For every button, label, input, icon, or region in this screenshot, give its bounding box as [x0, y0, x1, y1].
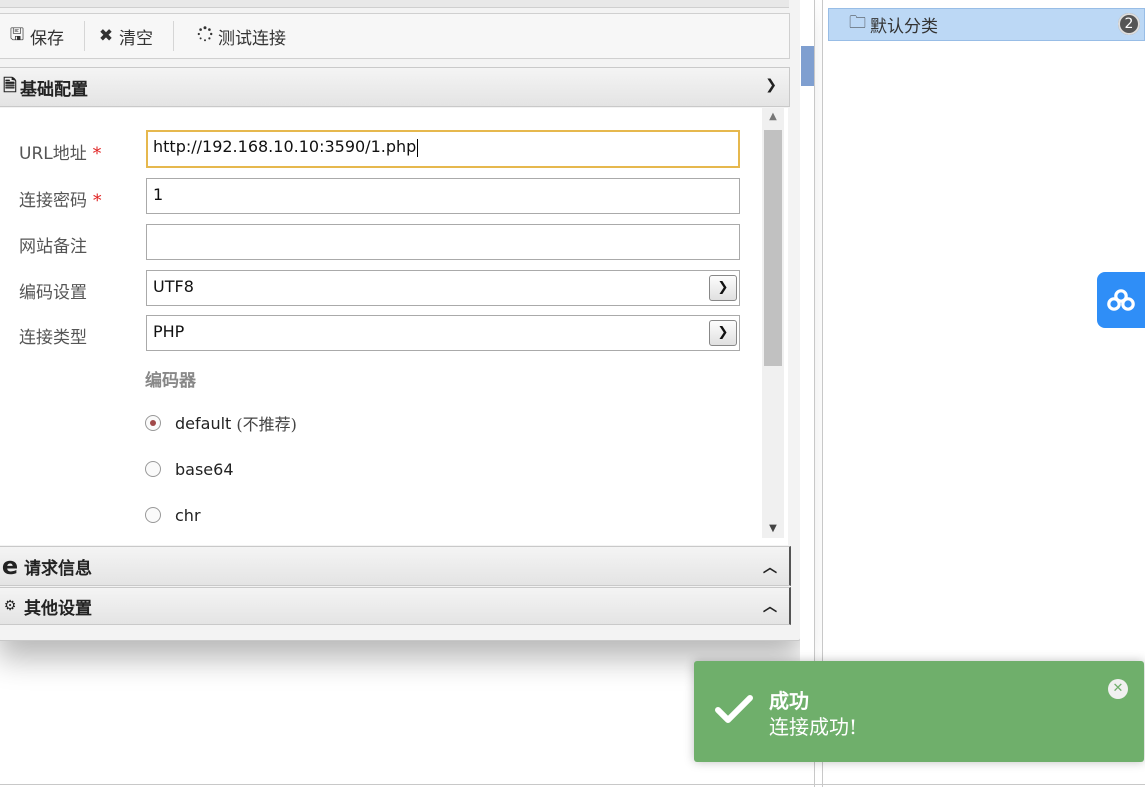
encoder-option-default[interactable]: default (不推荐) — [145, 410, 297, 436]
chevron-down-icon[interactable]: ❯ — [709, 320, 737, 346]
close-icon[interactable]: ✕ — [1108, 679, 1128, 699]
encoder-option-chr[interactable]: chr — [145, 502, 201, 528]
section-title: 其他设置 — [24, 598, 92, 619]
encoder-title: 编码器 — [145, 371, 196, 391]
encoder-option-label: base64 — [175, 459, 234, 479]
chevron-down-icon[interactable]: ❯ — [709, 275, 737, 301]
list-scrollbar-thumb[interactable] — [801, 46, 814, 86]
encoding-value: UTF8 — [153, 277, 194, 296]
radio-checked[interactable] — [145, 415, 161, 431]
cloud-link-icon — [1107, 289, 1135, 311]
scroll-down-arrow-icon[interactable]: ▼ — [762, 520, 784, 538]
section-request-info-header[interactable]: e 请求信息 ︿ — [0, 546, 791, 586]
test-connection-label: 测试连接 — [218, 28, 286, 49]
password-label: 连接密码 * — [19, 191, 102, 211]
dialog-titlebar[interactable] — [0, 0, 789, 8]
type-row: 连接类型 PHP ❯ — [19, 315, 749, 351]
add-shell-dialog: 🖫 保存 ✖ 清空 测试连接 🗎 基础配置 ❯ URL地址 * http://1… — [0, 0, 801, 641]
bottom-border — [0, 784, 1145, 785]
encoder-option-label: default — [175, 413, 232, 433]
note-label: 网站备注 — [19, 237, 87, 257]
password-value: 1 — [153, 185, 164, 204]
dialog-toolbar: 🖫 保存 ✖ 清空 测试连接 — [0, 13, 790, 59]
required-mark: * — [92, 144, 102, 164]
scrollbar-thumb[interactable] — [764, 130, 782, 366]
type-label: 连接类型 — [19, 328, 87, 348]
toast-title: 成功 — [769, 689, 809, 713]
encoder-option-note: (不推荐) — [236, 415, 297, 434]
url-input[interactable]: http://192.168.10.10:3590/1.php — [146, 130, 740, 168]
url-row: URL地址 * http://192.168.10.10:3590/1.php — [19, 130, 749, 168]
section-basic-config-header[interactable]: 🗎 基础配置 ❯ — [0, 67, 790, 107]
clear-button-label: 清空 — [119, 28, 153, 49]
toast-message: 连接成功! — [769, 715, 858, 739]
scroll-up-arrow-icon[interactable]: ▲ — [762, 108, 784, 126]
save-icon: 🖫 — [9, 24, 25, 45]
cogs-icon: ⚙ — [3, 598, 17, 614]
encoding-label: 编码设置 — [19, 283, 87, 303]
toolbar-divider — [173, 21, 174, 51]
baidu-netdisk-icon[interactable] — [1097, 272, 1145, 328]
test-connection-button[interactable]: 测试连接 — [178, 21, 302, 51]
encoding-row: 编码设置 UTF8 ❯ — [19, 270, 749, 306]
chevron-up-icon: ︿ — [763, 560, 777, 576]
encoder-option-label: chr — [175, 505, 201, 525]
chevron-up-icon: ︿ — [763, 599, 777, 615]
close-icon: ✖ — [98, 26, 114, 46]
radio-unchecked[interactable] — [145, 461, 161, 477]
section-other-settings-header[interactable]: ⚙ 其他设置 ︿ — [0, 587, 791, 625]
ie-icon: e — [1, 552, 19, 580]
url-value: http://192.168.10.10:3590/1.php — [153, 137, 417, 156]
password-input[interactable]: 1 — [146, 178, 740, 214]
toolbar-divider — [84, 21, 85, 51]
count-badge: 2 — [1118, 13, 1140, 35]
form-scrollbar[interactable]: ▲ ▼ — [762, 108, 784, 538]
section-title: 请求信息 — [24, 558, 92, 579]
url-label: URL地址 * — [19, 144, 102, 164]
note-row: 网站备注 — [19, 224, 749, 260]
type-value: PHP — [153, 322, 185, 341]
save-button-label: 保存 — [30, 28, 64, 49]
section-title: 基础配置 — [20, 79, 88, 100]
encoder-option-base64[interactable]: base64 — [145, 456, 234, 482]
category-item-default[interactable]: 🗀 默认分类 2 — [828, 8, 1145, 41]
folder-icon: 🗀 — [849, 13, 866, 33]
success-toast: 成功 连接成功! ✕ — [694, 661, 1144, 762]
required-mark: * — [93, 191, 102, 211]
save-button[interactable]: 🖫 保存 — [0, 21, 80, 51]
file-text-icon: 🗎 — [3, 75, 17, 96]
spinner-icon — [196, 25, 214, 47]
chevron-down-icon: ❯ — [765, 77, 777, 93]
type-select[interactable]: PHP ❯ — [146, 315, 740, 351]
radio-unchecked[interactable] — [145, 507, 161, 523]
section-basic-config-body: URL地址 * http://192.168.10.10:3590/1.php 连… — [0, 108, 788, 545]
text-caret — [417, 138, 419, 157]
encoding-select[interactable]: UTF8 ❯ — [146, 270, 740, 306]
category-name: 默认分类 — [870, 17, 938, 37]
password-row: 连接密码 * 1 — [19, 178, 749, 214]
clear-button[interactable]: ✖ 清空 — [89, 21, 169, 51]
note-input[interactable] — [146, 224, 740, 260]
checkmark-icon — [715, 695, 753, 723]
